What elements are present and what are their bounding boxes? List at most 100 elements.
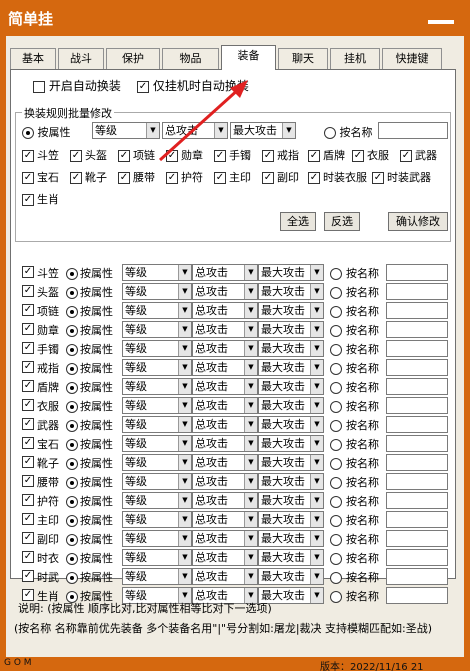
rule-by-name-radio[interactable] (330, 477, 342, 489)
rule-by-attr-option[interactable]: 按属性 (66, 531, 113, 547)
rule-by-attr-option[interactable]: 按属性 (66, 569, 113, 585)
rule-name-input[interactable] (386, 359, 448, 376)
batch-slot-option[interactable]: ✓ 生肖 (22, 191, 59, 207)
rule-by-name-option[interactable]: 按名称 (330, 493, 379, 509)
rule-attr-select[interactable]: 等级 ▼ (122, 264, 192, 281)
rule-by-attr-option[interactable]: 按属性 (66, 436, 113, 452)
rule-attr-select[interactable]: 等级 ▼ (122, 321, 192, 338)
confirm-button[interactable]: 确认修改 (388, 212, 448, 231)
rule-enable-checkbox[interactable]: ✓ (22, 342, 34, 354)
rule-name-input[interactable] (386, 283, 448, 300)
rule-name-input[interactable] (386, 264, 448, 281)
rule-name-input[interactable] (386, 454, 448, 471)
rule-attr-select[interactable]: 等级 ▼ (122, 283, 192, 300)
rule-by-attr-option[interactable]: 按属性 (66, 303, 113, 319)
rule-enable-checkbox[interactable]: ✓ (22, 380, 34, 392)
rule-by-name-option[interactable]: 按名称 (330, 322, 379, 338)
batch-by-attr-radio[interactable] (22, 127, 34, 139)
minimize-icon[interactable] (428, 20, 454, 24)
rule-attack-select[interactable]: 总攻击 ▼ (192, 530, 258, 547)
rule-by-attr-radio[interactable] (66, 363, 78, 375)
rule-by-attr-option[interactable]: 按属性 (66, 341, 113, 357)
rule-attr-select[interactable]: 等级 ▼ (122, 492, 192, 509)
batch-slot-checkbox[interactable]: ✓ (400, 150, 412, 162)
rule-attack-select[interactable]: 总攻击 ▼ (192, 435, 258, 452)
rule-attack-select[interactable]: 总攻击 ▼ (192, 511, 258, 528)
rule-enable-checkbox[interactable]: ✓ (22, 399, 34, 411)
rule-attack-select[interactable]: 总攻击 ▼ (192, 473, 258, 490)
rule-name-input[interactable] (386, 530, 448, 547)
rule-enable-checkbox[interactable]: ✓ (22, 532, 34, 544)
rule-by-attr-option[interactable]: 按属性 (66, 455, 113, 471)
rule-enable-checkbox[interactable]: ✓ (22, 456, 34, 468)
rule-name-input[interactable] (386, 492, 448, 509)
rule-max-select[interactable]: 最大攻击 ▼ (258, 302, 324, 319)
rule-max-select[interactable]: 最大攻击 ▼ (258, 283, 324, 300)
tab-0[interactable]: 基本 (10, 48, 56, 69)
batch-slot-option[interactable]: ✓ 衣服 (352, 147, 389, 163)
rule-max-select[interactable]: 最大攻击 ▼ (258, 454, 324, 471)
rule-by-attr-option[interactable]: 按属性 (66, 398, 113, 414)
rule-enable-checkbox[interactable]: ✓ (22, 551, 34, 563)
batch-slot-option[interactable]: ✓ 腰带 (118, 169, 155, 185)
batch-slot-checkbox[interactable]: ✓ (262, 172, 274, 184)
batch-slot-checkbox[interactable]: ✓ (22, 194, 34, 206)
rule-by-name-option[interactable]: 按名称 (330, 265, 379, 281)
rule-by-name-option[interactable]: 按名称 (330, 341, 379, 357)
rule-attack-select[interactable]: 总攻击 ▼ (192, 283, 258, 300)
rule-attr-select[interactable]: 等级 ▼ (122, 568, 192, 585)
batch-slot-option[interactable]: ✓ 盾牌 (308, 147, 345, 163)
rule-by-name-option[interactable]: 按名称 (330, 531, 379, 547)
batch-slot-option[interactable]: ✓ 时装武器 (372, 169, 431, 185)
rule-attr-select[interactable]: 等级 ▼ (122, 435, 192, 452)
batch-slot-option[interactable]: ✓ 主印 (214, 169, 251, 185)
rule-attack-select[interactable]: 总攻击 ▼ (192, 549, 258, 566)
rule-enable-checkbox[interactable]: ✓ (22, 494, 34, 506)
rule-max-select[interactable]: 最大攻击 ▼ (258, 340, 324, 357)
rule-by-name-option[interactable]: 按名称 (330, 474, 379, 490)
rule-by-name-radio[interactable] (330, 420, 342, 432)
swap-on-idle-checkbox[interactable]: ✓ (137, 80, 149, 93)
rule-attr-select[interactable]: 等级 ▼ (122, 378, 192, 395)
rule-by-attr-option[interactable]: 按属性 (66, 417, 113, 433)
rule-attr-select[interactable]: 等级 ▼ (122, 454, 192, 471)
rule-name-input[interactable] (386, 511, 448, 528)
rule-by-attr-option[interactable]: 按属性 (66, 512, 113, 528)
batch-slot-option[interactable]: ✓ 武器 (400, 147, 437, 163)
rule-attr-select[interactable]: 等级 ▼ (122, 302, 192, 319)
rule-by-attr-radio[interactable] (66, 458, 78, 470)
rule-by-name-radio[interactable] (330, 515, 342, 527)
auto-swap-option[interactable]: 开启自动换装 (33, 77, 121, 94)
rule-attack-select[interactable]: 总攻击 ▼ (192, 454, 258, 471)
rule-enable-checkbox[interactable]: ✓ (22, 266, 34, 278)
select-all-button[interactable]: 全选 (280, 212, 316, 231)
batch-slot-option[interactable]: ✓ 手镯 (214, 147, 251, 163)
rule-by-name-option[interactable]: 按名称 (330, 569, 379, 585)
rule-max-select[interactable]: 最大攻击 ▼ (258, 321, 324, 338)
rule-by-attr-radio[interactable] (66, 325, 78, 337)
rule-max-select[interactable]: 最大攻击 ▼ (258, 397, 324, 414)
rule-by-name-radio[interactable] (330, 458, 342, 470)
rule-max-select[interactable]: 最大攻击 ▼ (258, 511, 324, 528)
rule-by-attr-radio[interactable] (66, 477, 78, 489)
rule-enable-checkbox[interactable]: ✓ (22, 323, 34, 335)
batch-slot-option[interactable]: ✓ 斗笠 (22, 147, 59, 163)
rule-attack-select[interactable]: 总攻击 ▼ (192, 492, 258, 509)
rule-by-attr-radio[interactable] (66, 344, 78, 356)
batch-slot-checkbox[interactable]: ✓ (70, 172, 82, 184)
batch-slot-checkbox[interactable]: ✓ (70, 150, 82, 162)
rule-by-name-radio[interactable] (330, 325, 342, 337)
rule-by-name-option[interactable]: 按名称 (330, 360, 379, 376)
rule-by-name-radio[interactable] (330, 268, 342, 280)
tab-2[interactable]: 保护 (106, 48, 160, 69)
rule-by-name-radio[interactable] (330, 553, 342, 565)
rule-by-name-option[interactable]: 按名称 (330, 455, 379, 471)
batch-slot-checkbox[interactable]: ✓ (262, 150, 274, 162)
rule-by-attr-option[interactable]: 按属性 (66, 265, 113, 281)
rule-name-input[interactable] (386, 416, 448, 433)
auto-swap-checkbox[interactable] (33, 80, 45, 93)
rule-enable-checkbox[interactable]: ✓ (22, 437, 34, 449)
rule-by-name-radio[interactable] (330, 306, 342, 318)
rule-attack-select[interactable]: 总攻击 ▼ (192, 321, 258, 338)
rule-attack-select[interactable]: 总攻击 ▼ (192, 397, 258, 414)
